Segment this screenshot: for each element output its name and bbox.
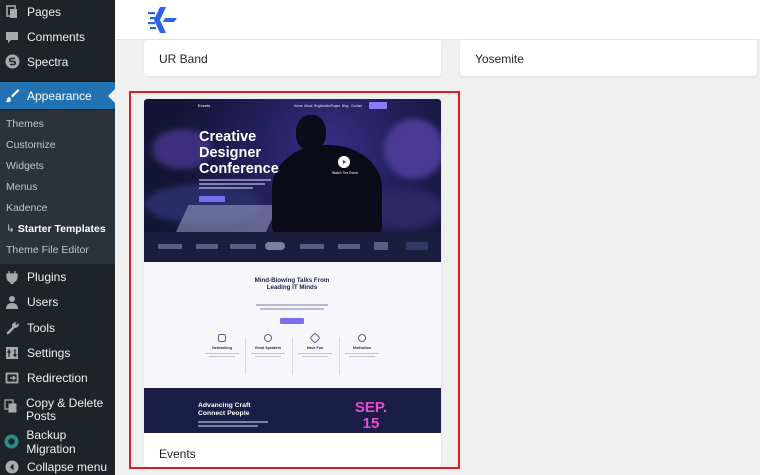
sidebar-item-copy-delete-posts[interactable]: Copy & Delete Posts: [0, 397, 115, 425]
preview-logo: Events: [198, 103, 211, 108]
sidebar-item-settings[interactable]: Settings: [0, 340, 115, 365]
sidebar-item-backup-migration[interactable]: Backup Migration: [0, 427, 115, 456]
backup-migration-icon: [4, 434, 19, 450]
sidebar-item-label: Backup Migration: [26, 427, 76, 456]
sidebar-item-label: Redirection: [27, 370, 88, 385]
sidebar-item-pages[interactable]: Pages: [0, 0, 115, 24]
submenu-item-label: Starter Templates: [17, 223, 106, 235]
submenu-item-themes[interactable]: Themes: [6, 118, 44, 130]
sidebar-item-label: Comments: [27, 29, 86, 44]
sidebar-item-label: Appearance: [27, 88, 92, 103]
sidebar-item-collapse-menu[interactable]: Collapse menu: [0, 454, 115, 475]
sidebar-item-label: Plugins: [27, 269, 67, 284]
sidebar-item-label: Users: [27, 294, 59, 309]
motivation-icon: [358, 334, 366, 342]
theme-card-title: Events: [159, 447, 196, 461]
submenu-item-kadence[interactable]: Kadence: [6, 202, 47, 214]
starter-templates-header: [115, 0, 760, 40]
preview-talks-title: Mind-Blowing Talks From Leading IT Minds: [254, 277, 330, 292]
preview-event-date: SEP. 15: [354, 399, 388, 432]
preview-dark-title: Advancing Craft Connect People: [198, 402, 251, 417]
submenu-item-theme-file-editor[interactable]: Theme File Editor: [6, 244, 89, 256]
sidebar-item-label: Spectra: [27, 54, 69, 69]
networking-icon: [218, 334, 226, 342]
sidebar-item-spectra[interactable]: Spectra: [0, 49, 115, 74]
spectra-icon: [4, 54, 20, 70]
tools-wrench-icon: [4, 320, 20, 336]
play-icon: [338, 156, 350, 168]
theme-card-ur-band[interactable]: UR Band: [144, 40, 441, 76]
submenu-item-menus[interactable]: Menus: [6, 181, 38, 193]
preview-nav-link: Contact: [351, 104, 362, 108]
submenu-item-customize[interactable]: Customize: [6, 139, 56, 151]
admin-sidebar: Pages Comments Spectra Appearance Themes…: [0, 0, 115, 475]
submenu-item-widgets[interactable]: Widgets: [6, 160, 44, 172]
preview-feature-label: Have Fun: [306, 346, 324, 350]
preview-feature: Great Speakers: [246, 334, 290, 358]
sidebar-item-label: Settings: [27, 345, 71, 360]
sidebar-item-comments[interactable]: Comments: [0, 24, 115, 49]
copy-delete-posts-icon: [4, 398, 19, 414]
sidebar-item-plugins[interactable]: Plugins: [0, 264, 115, 289]
preview-date-section: Advancing Craft Connect People SEP. 15: [144, 388, 441, 433]
comments-icon: [4, 29, 20, 45]
starter-templates-logo-icon[interactable]: [147, 6, 179, 34]
preview-feature-label: Networking: [212, 346, 232, 350]
sidebar-item-appearance[interactable]: Appearance: [0, 82, 115, 109]
sidebar-item-tools[interactable]: Tools: [0, 315, 115, 340]
plugins-icon: [4, 269, 20, 285]
preview-nav: Events Home About Registration Pages Blo…: [144, 99, 441, 113]
preview-hero: Events Home About Registration Pages Blo…: [144, 99, 441, 232]
sidebar-item-label: Pages: [27, 4, 62, 19]
preview-partner-logos: [144, 232, 441, 262]
collapse-menu-icon: [4, 459, 20, 475]
theme-card-events[interactable]: Events Home About Registration Pages Blo…: [144, 99, 441, 467]
preview-feature-label: Motivation: [353, 346, 371, 350]
users-icon: [4, 294, 20, 310]
preview-nav-cta: [369, 102, 387, 109]
starter-templates-icon: ↳: [6, 223, 15, 235]
theme-card-title: Yosemite: [475, 52, 524, 66]
theme-card-title: UR Band: [159, 52, 208, 66]
have-fun-icon: [309, 332, 321, 344]
preview-nav-link: Pages: [331, 104, 341, 108]
appearance-brush-icon: [4, 88, 20, 104]
preview-feature: Have Fun: [293, 332, 337, 358]
preview-nav-link: Registration: [314, 104, 332, 108]
preview-nav-link: About: [304, 104, 313, 108]
preview-nav-link: Home: [294, 104, 303, 108]
preview-hero-button: [199, 196, 225, 202]
preview-nav-link: Blog: [342, 104, 349, 108]
preview-talks-button: [280, 318, 304, 324]
preview-feature: Networking: [200, 334, 244, 358]
appearance-submenu: Themes Customize Widgets Menus Kadence ↳…: [0, 110, 115, 264]
sidebar-item-users[interactable]: Users: [0, 289, 115, 314]
preview-feature-label: Great Speakers: [254, 346, 282, 350]
speakers-icon: [264, 334, 272, 342]
theme-card-yosemite[interactable]: Yosemite: [460, 40, 757, 76]
sidebar-item-label: Copy & Delete Posts: [25, 396, 104, 423]
redirection-icon: [4, 370, 20, 386]
sidebar-item-label: Collapse menu: [27, 459, 108, 474]
sidebar-item-label: Tools: [27, 320, 56, 335]
theme-preview-thumbnail[interactable]: Events Home About Registration Pages Blo…: [144, 99, 441, 433]
sidebar-item-redirection[interactable]: Redirection: [0, 365, 115, 390]
preview-talks-section: Mind-Blowing Talks From Leading IT Minds…: [144, 262, 441, 388]
preview-hero-title: Creative Designer Conference: [199, 129, 279, 177]
preview-play-caption: Watch The Event: [332, 171, 358, 175]
preview-feature: Motivation: [340, 334, 384, 358]
submenu-item-starter-templates[interactable]: ↳ Starter Templates: [6, 223, 106, 235]
pages-icon: [4, 4, 20, 20]
settings-icon: [4, 345, 20, 361]
